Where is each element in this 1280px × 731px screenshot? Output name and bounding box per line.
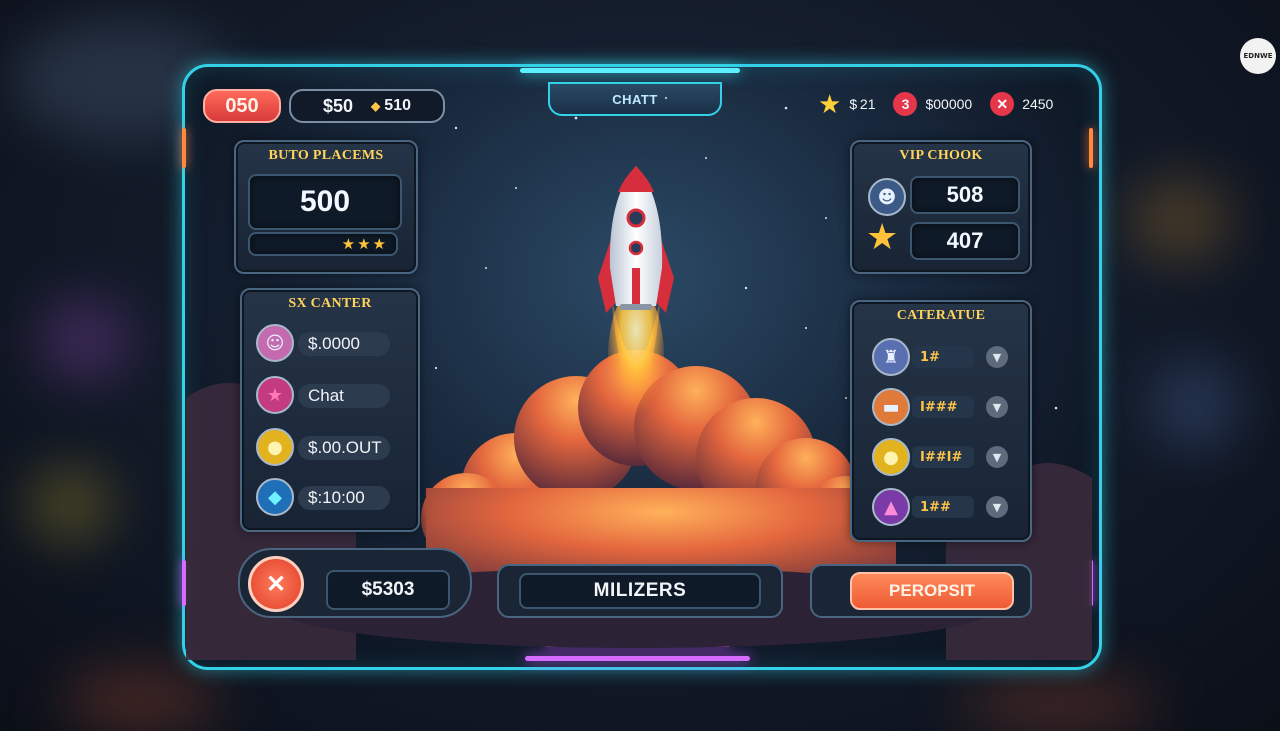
list-item-value-2[interactable]: Chat [298,384,390,408]
right-item-value-1: 1# [912,346,974,368]
top-right-stats: ★ $ 21 3 $00000 ✕ 2450 [818,89,1078,119]
amount-text: 500 [299,185,351,218]
coin-icon: ● [872,438,910,476]
face-icon: ☺ [256,324,294,362]
vip-value-1: 508 [946,182,984,207]
amount-field-text: $5303 [361,579,415,600]
balance-text: $50 [323,95,354,116]
vip-value-2: 407 [946,228,984,253]
cancel-button[interactable]: ✕ [248,556,304,612]
jar-icon: ▬ [872,388,910,426]
right-item-value-4: 1## [912,496,974,518]
down-arrow-icon-3[interactable]: ▼ [986,446,1008,468]
coin-icon: ● [256,428,294,466]
gems-text: 510 [384,97,411,114]
corner-logo: EDNWE [1240,38,1276,74]
diamond-icon: ◆ [256,478,294,516]
peropsit-button[interactable]: PEROPSIT [850,572,1014,610]
milizers-label: MILIZERS [593,580,687,601]
milizers-inner: MILIZERS [519,573,761,609]
star-icon: ★ [256,376,294,414]
coins-badge-text: 050 [225,94,259,117]
star-icon: ★ [866,217,899,258]
coins-badge[interactable]: 050 [203,89,281,123]
stars-box: ★★★ [248,232,398,256]
avatar-icon: ☻ [868,178,906,216]
down-arrow-icon-2[interactable]: ▼ [986,396,1008,418]
gem-group: ◆ 510 [371,97,411,115]
milizers-button[interactable]: MILIZERS [497,564,783,618]
vip-value-box-2: 407 [910,222,1020,260]
close-value: 2450 [1022,96,1054,112]
star-icon: ★ [818,89,842,119]
level-badge[interactable]: 3 [893,92,918,116]
rating-stars-icon: ★★★ [341,235,388,253]
buto-placems-card: BUTO PLACEMS 500 ★★★ [234,140,418,274]
cateratue-title: CATERATUE [896,308,986,323]
amount-field[interactable]: $5303 [326,570,450,610]
close-icon[interactable]: ✕ [990,92,1015,116]
list-item-value-1[interactable]: $.0000 [298,332,390,356]
sx-canter-title: SX CANTER [288,296,372,311]
vip-chook-card: VIP CHOOK ☻ 508 ★ 407 [850,140,1032,274]
balance-display: $50 ◆ 510 [289,89,445,123]
peropsit-label: PEROPSIT [889,581,975,600]
cateratue-card: CATERATUE ♜ 1# ▼ ▬ I### ▼ ● I##I# ▼ ▲ 1#… [850,300,1032,542]
right-item-value-3: I##I# [912,446,974,468]
right-item-value-2: I### [912,396,974,418]
vip-chook-title: VIP CHOOK [899,148,983,163]
vip-value-box-1: 508 [910,176,1020,214]
cash-value: $00000 [925,96,973,112]
gem-icon: ◆ [371,99,381,113]
list-item-value-3[interactable]: $.00.OUT [298,436,390,460]
amount-box: 500 [248,174,402,230]
list-item-value-4[interactable]: $:10:00 [298,486,390,510]
down-arrow-icon-4[interactable]: ▼ [986,496,1008,518]
buto-placems-title: BUTO PLACEMS [268,148,384,163]
sx-canter-card: SX CANTER ☺ $.0000 ★ Chat ● $.00.OUT ◆ $… [240,288,420,532]
gem-icon: ▲ [872,488,910,526]
star-value: $ 21 [849,96,876,112]
rocket [598,166,674,313]
cup-icon: ♜ [872,338,910,376]
down-arrow-icon-1[interactable]: ▼ [986,346,1008,368]
